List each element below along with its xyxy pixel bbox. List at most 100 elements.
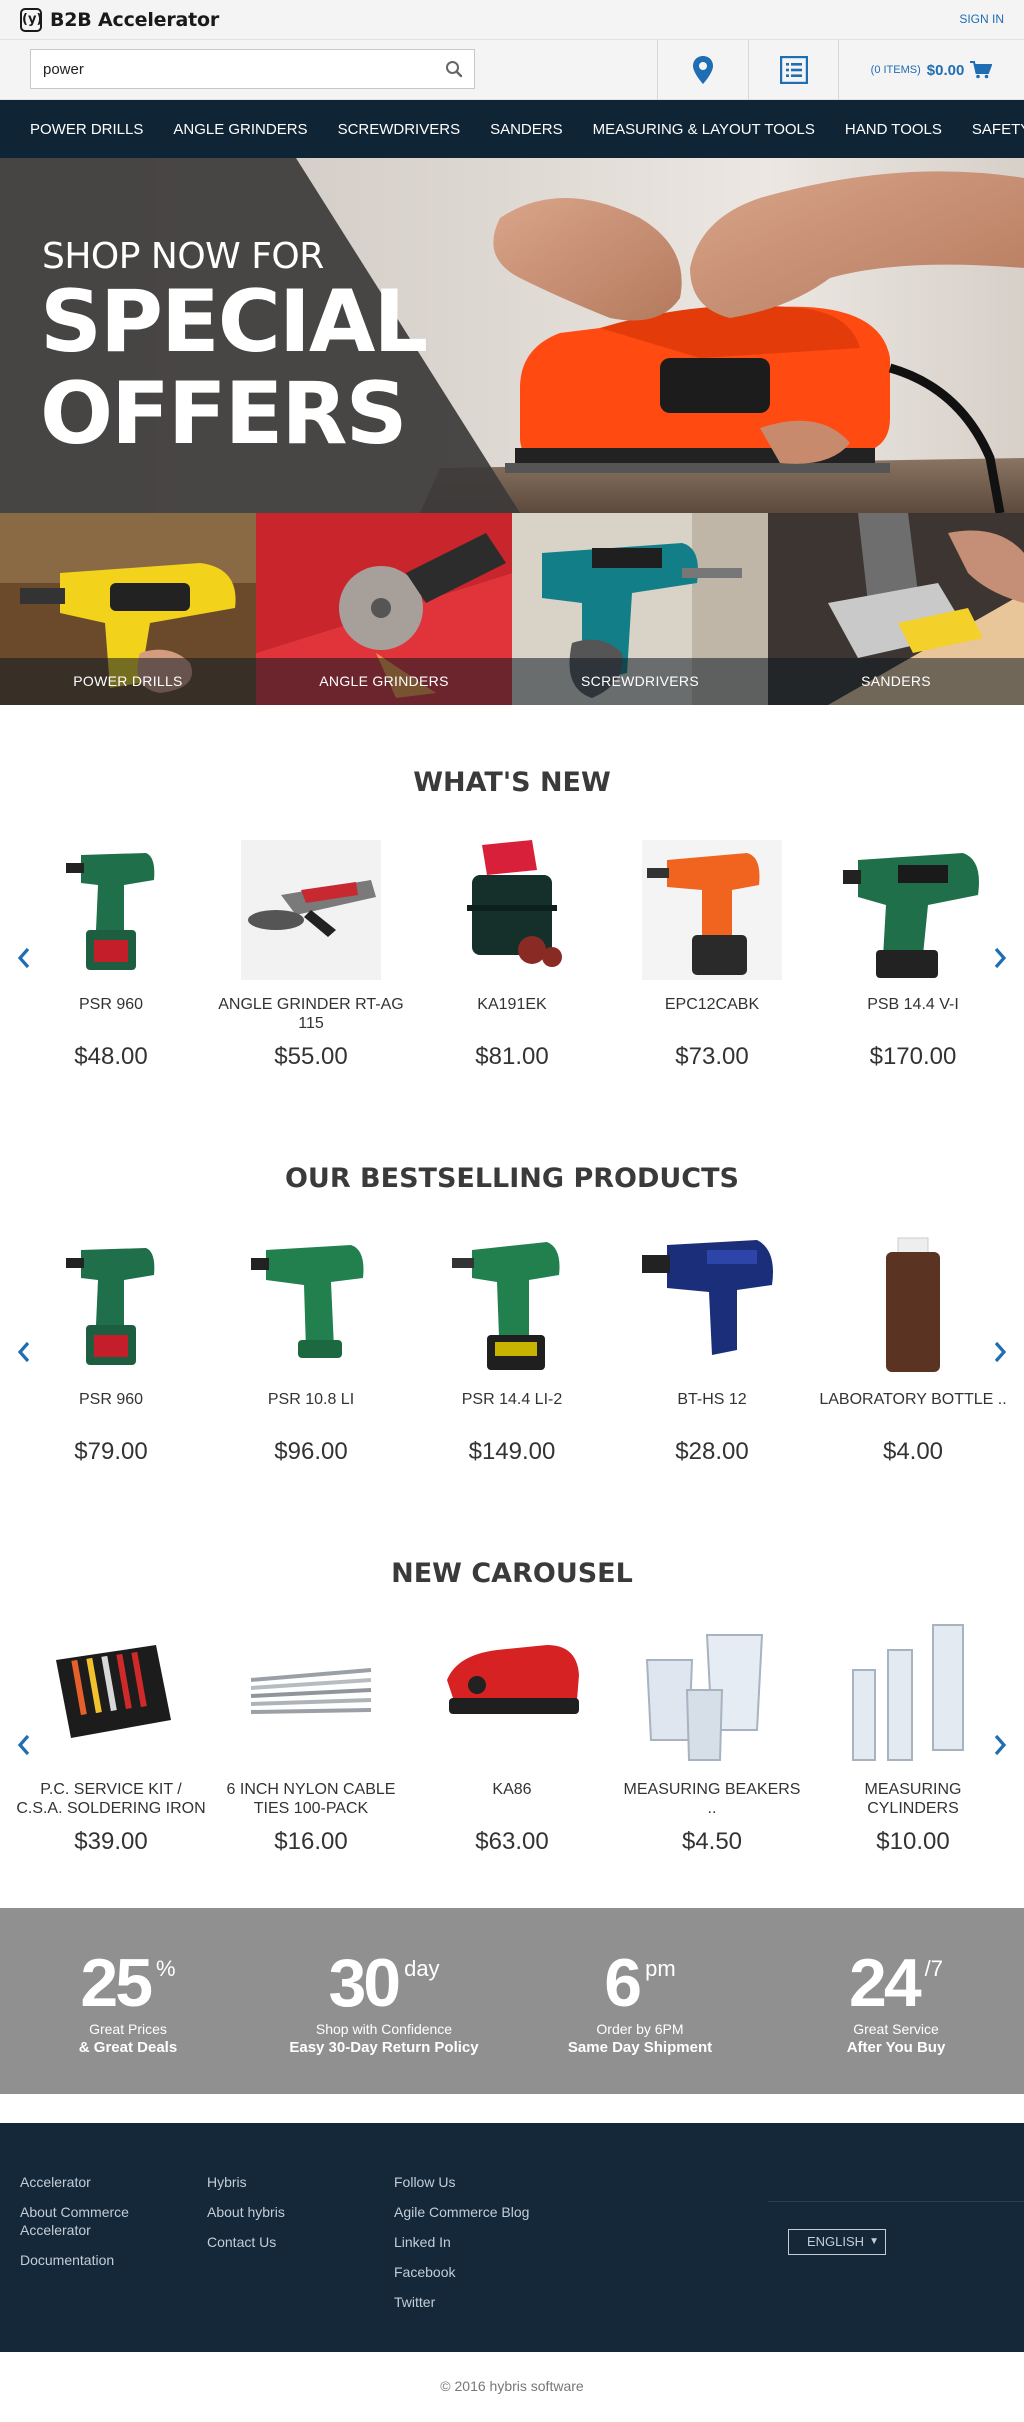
stat-block: 6 pm Order by 6PM Same Day Shipment (512, 1908, 768, 2094)
store-finder-button[interactable] (657, 40, 748, 100)
product-name: LABORATORY BOTTLE .. (819, 1391, 1007, 1408)
whats-new-section: WHAT'S NEW PSR 960 $48.00 ANGLE GRINDER … (0, 705, 1024, 1105)
list-icon (779, 56, 808, 84)
product-card[interactable]: MEASURING BEAKERS .. $4.50 (612, 1620, 812, 1856)
category-label: POWER DRILLS (0, 658, 256, 705)
stat-block: 30 day Shop with Confidence Easy 30-Day R… (256, 1908, 512, 2094)
product-image (852, 1624, 964, 1761)
section-title: OUR BESTSELLING PRODUCTS (284, 1163, 739, 1194)
product-card[interactable]: KA86 $63.00 (412, 1620, 612, 1856)
product-name: EPC12CABK (664, 996, 760, 1013)
mini-cart[interactable]: (0 ITEMS) $0.00 (838, 40, 1024, 100)
section-title: WHAT'S NEW (413, 767, 611, 798)
product-card[interactable]: PSR 960 $79.00 (11, 1230, 211, 1466)
category-tiles: POWER DRILLS ANGLE GRINDERS SCREWDRIVERS… (0, 513, 1024, 705)
footer-link[interactable]: About Commerce Accelerator (20, 2203, 170, 2239)
product-price: $10.00 (876, 1828, 950, 1855)
stat-line-2: Easy 30-Day Return Policy (289, 2039, 479, 2056)
footer-link[interactable]: Twitter (394, 2293, 574, 2311)
product-name: PSR 10.8 LI (267, 1391, 355, 1408)
product-image (642, 840, 782, 980)
search-input[interactable] (31, 50, 434, 88)
search-icon (446, 61, 463, 78)
stat-line-2: & Great Deals (78, 2039, 178, 2056)
product-price: $4.00 (882, 1438, 944, 1465)
language-value: ENGLISH (807, 2234, 865, 2249)
stat-line-1: Shop with Confidence (315, 2021, 453, 2037)
stat-line-1: Great Prices (89, 2021, 167, 2037)
quick-order-button[interactable] (748, 40, 838, 100)
nav-item-safety[interactable]: SAFETY (972, 121, 1024, 138)
product-price: $39.00 (74, 1828, 148, 1855)
cart-item-count: (0 ITEMS) (870, 64, 921, 76)
logo-text: B2B Accelerator (50, 9, 220, 31)
stat-number: 30 day (328, 1945, 440, 2021)
footer-column-accelerator: Accelerator About Commerce Accelerator D… (20, 2173, 170, 2281)
category-label: ANGLE GRINDERS (256, 658, 512, 705)
product-price: $55.00 (274, 1043, 348, 1070)
footer-link[interactable]: Facebook (394, 2263, 574, 2281)
cart-icon (970, 61, 993, 79)
product-card[interactable]: PSR 14.4 LI-2 $149.00 (412, 1230, 612, 1466)
stat-block: 24/7 Great Service After You Buy (768, 1908, 1024, 2094)
footer-link[interactable]: Linked In (394, 2233, 574, 2251)
product-card[interactable]: 6 INCH NYLON CABLE TIES 100-PACK $16.00 (211, 1620, 411, 1856)
product-price: $96.00 (274, 1438, 348, 1465)
hero-subtitle: SHOP NOW FOR (42, 236, 324, 277)
category-label: SANDERS (768, 658, 1024, 705)
category-tile-power-drills[interactable]: POWER DRILLS (0, 513, 256, 705)
footer-link[interactable]: Contact Us (207, 2233, 357, 2251)
product-name: KA86 (492, 1781, 532, 1798)
product-name: MEASURING CYLINDERS (864, 1781, 962, 1817)
stat-number: 24/7 (849, 1945, 943, 2021)
product-card[interactable]: PSR 960 $48.00 (11, 835, 211, 1071)
category-tile-screwdrivers[interactable]: SCREWDRIVERS (512, 513, 768, 705)
product-price: $170.00 (869, 1043, 957, 1070)
category-tile-angle-grinders[interactable]: ANGLE GRINDERS (256, 513, 512, 705)
product-name: PSR 960 (78, 1391, 144, 1408)
main-navigation: POWER DRILLS ANGLE GRINDERS SCREWDRIVERS… (0, 100, 1024, 158)
logo-mark: (y) (20, 8, 42, 32)
product-image (467, 840, 562, 967)
stat-line-2: Same Day Shipment (567, 2039, 713, 2056)
footer-link[interactable]: Follow Us (394, 2173, 574, 2191)
nav-item-screwdrivers[interactable]: SCREWDRIVERS (338, 121, 461, 138)
product-image (56, 1645, 171, 1738)
product-name: KA191EK (477, 996, 547, 1013)
footer-link[interactable]: Documentation (20, 2251, 170, 2269)
sign-in-link[interactable]: SIGN IN (959, 12, 1004, 26)
stat-line-2: After You Buy (846, 2039, 946, 2056)
product-card[interactable]: PSR 10.8 LI $96.00 (211, 1230, 411, 1466)
location-pin-icon (693, 56, 713, 84)
hero-banner[interactable]: SHOP NOW FOR SPECIAL OFFERS (0, 158, 1024, 513)
site-logo[interactable]: (y) B2B Accelerator (20, 6, 219, 34)
product-price: $16.00 (274, 1828, 348, 1855)
stat-line-1: Great Service (853, 2021, 939, 2037)
footer-link[interactable]: Agile Commerce Blog (394, 2203, 574, 2221)
product-image (452, 1242, 560, 1370)
language-selector[interactable]: ENGLISH ▼ (788, 2229, 886, 2255)
nav-item-hand-tools[interactable]: HAND TOOLS (845, 121, 942, 138)
category-tile-sanders[interactable]: SANDERS (768, 513, 1024, 705)
product-card[interactable]: EPC12CABK $73.00 (612, 835, 812, 1071)
product-image (251, 1245, 364, 1358)
nav-item-power-drills[interactable]: POWER DRILLS (30, 121, 143, 138)
footer-link[interactable]: About hybris (207, 2203, 357, 2221)
product-card[interactable]: BT-HS 12 $28.00 (612, 1230, 812, 1466)
footer-link[interactable]: Hybris (207, 2173, 357, 2191)
nav-item-angle-grinders[interactable]: ANGLE GRINDERS (173, 121, 307, 138)
hero-title: SPECIAL OFFERS (40, 276, 428, 460)
product-card[interactable]: MEASURING CYLINDERS $10.00 (813, 1620, 1013, 1856)
footer-column-follow-us: Follow Us Agile Commerce Blog Linked In … (394, 2173, 574, 2323)
nav-item-sanders[interactable]: SANDERS (490, 121, 563, 138)
product-card[interactable]: P.C. SERVICE KIT / C.S.A. SOLDERING IRON… (11, 1620, 211, 1856)
product-card[interactable]: KA191EK $81.00 (412, 835, 612, 1071)
nav-item-measuring-layout-tools[interactable]: MEASURING & LAYOUT TOOLS (593, 121, 815, 138)
product-card[interactable]: PSB 14.4 V-I $170.00 (813, 835, 1013, 1071)
search-button[interactable] (434, 50, 474, 88)
product-card[interactable]: ANGLE GRINDER RT-AG 115 $55.00 (211, 835, 411, 1071)
product-card[interactable]: LABORATORY BOTTLE .. $4.00 (813, 1230, 1013, 1466)
product-image (241, 840, 381, 980)
product-name: BT-HS 12 (677, 1391, 747, 1408)
footer-link[interactable]: Accelerator (20, 2173, 170, 2191)
